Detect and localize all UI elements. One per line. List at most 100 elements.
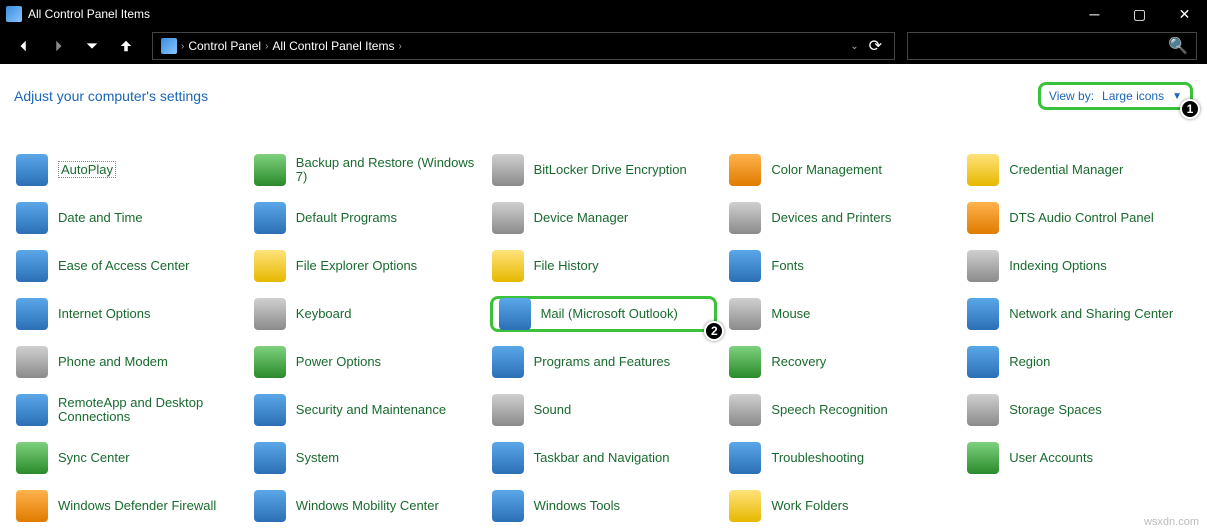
control-panel-item[interactable]: Date and Time bbox=[14, 200, 242, 236]
item-label: Credential Manager bbox=[1009, 163, 1123, 177]
item-label: Storage Spaces bbox=[1009, 403, 1102, 417]
watermark: wsxdn.com bbox=[1144, 516, 1199, 528]
title-bar: All Control Panel Items ─ ▢ ✕ bbox=[0, 0, 1207, 28]
control-panel-item[interactable]: Windows Tools bbox=[490, 488, 718, 524]
minimize-button[interactable]: ─ bbox=[1072, 0, 1117, 28]
control-panel-item[interactable]: Keyboard bbox=[252, 296, 480, 332]
control-panel-item[interactable]: File Explorer Options bbox=[252, 248, 480, 284]
forward-button[interactable] bbox=[44, 32, 72, 60]
control-panel-item[interactable]: Device Manager bbox=[490, 200, 718, 236]
item-label: Network and Sharing Center bbox=[1009, 307, 1173, 321]
item-label: File Explorer Options bbox=[296, 259, 417, 273]
control-panel-item[interactable]: RemoteApp and Desktop Connections bbox=[14, 392, 242, 428]
item-icon bbox=[254, 490, 286, 522]
control-panel-item[interactable]: Backup and Restore (Windows 7) bbox=[252, 152, 480, 188]
item-icon bbox=[16, 490, 48, 522]
item-icon bbox=[492, 250, 524, 282]
item-label: Programs and Features bbox=[534, 355, 671, 369]
view-by-value[interactable]: Large icons bbox=[1102, 89, 1164, 103]
item-label: Phone and Modem bbox=[58, 355, 168, 369]
control-panel-item[interactable]: Mail (Microsoft Outlook)2 bbox=[490, 296, 718, 332]
view-by-label: View by: bbox=[1049, 89, 1094, 103]
item-icon bbox=[967, 394, 999, 426]
close-button[interactable]: ✕ bbox=[1162, 0, 1207, 28]
item-label: Ease of Access Center bbox=[58, 259, 190, 273]
control-panel-item[interactable]: Phone and Modem bbox=[14, 344, 242, 380]
control-panel-item[interactable]: Work Folders bbox=[727, 488, 955, 524]
control-panel-item[interactable]: Region bbox=[965, 344, 1193, 380]
item-label: Date and Time bbox=[58, 211, 143, 225]
control-panel-item[interactable]: Speech Recognition bbox=[727, 392, 955, 428]
refresh-button[interactable]: ⟳ bbox=[869, 36, 882, 56]
item-label: Region bbox=[1009, 355, 1050, 369]
control-panel-item[interactable]: Windows Defender Firewall bbox=[14, 488, 242, 524]
control-panel-item[interactable]: Mouse bbox=[727, 296, 955, 332]
control-panel-item[interactable]: Default Programs bbox=[252, 200, 480, 236]
control-panel-item[interactable]: Programs and Features bbox=[490, 344, 718, 380]
control-panel-item[interactable]: Internet Options bbox=[14, 296, 242, 332]
back-button[interactable] bbox=[10, 32, 38, 60]
item-label: BitLocker Drive Encryption bbox=[534, 163, 687, 177]
up-button[interactable] bbox=[112, 32, 140, 60]
control-panel-item[interactable]: BitLocker Drive Encryption bbox=[490, 152, 718, 188]
control-panel-item[interactable]: AutoPlay bbox=[14, 152, 242, 188]
item-label: DTS Audio Control Panel bbox=[1009, 211, 1154, 225]
item-icon bbox=[492, 202, 524, 234]
chevron-down-icon[interactable]: ▼ bbox=[1172, 91, 1182, 102]
recent-dropdown-button[interactable] bbox=[78, 32, 106, 60]
control-panel-item[interactable]: Taskbar and Navigation bbox=[490, 440, 718, 476]
control-panel-item[interactable]: Credential Manager bbox=[965, 152, 1193, 188]
control-panel-item[interactable]: Storage Spaces bbox=[965, 392, 1193, 428]
item-icon bbox=[729, 298, 761, 330]
chevron-right-icon[interactable]: › bbox=[398, 41, 401, 52]
breadcrumb-dropdown-icon[interactable]: ⌄ bbox=[850, 41, 858, 52]
control-panel-item[interactable]: Troubleshooting bbox=[727, 440, 955, 476]
control-panel-item[interactable]: Recovery bbox=[727, 344, 955, 380]
item-icon bbox=[254, 202, 286, 234]
control-panel-item[interactable]: System bbox=[252, 440, 480, 476]
control-panel-item[interactable]: Security and Maintenance bbox=[252, 392, 480, 428]
item-label: Security and Maintenance bbox=[296, 403, 446, 417]
control-panel-item[interactable]: Windows Mobility Center bbox=[252, 488, 480, 524]
item-icon bbox=[16, 250, 48, 282]
control-panel-item[interactable]: Fonts bbox=[727, 248, 955, 284]
item-label: Keyboard bbox=[296, 307, 352, 321]
breadcrumb-bar[interactable]: › Control Panel › All Control Panel Item… bbox=[152, 32, 895, 60]
breadcrumb-item[interactable]: Control Panel bbox=[184, 39, 265, 53]
item-icon bbox=[967, 298, 999, 330]
content-area: Adjust your computer's settings View by:… bbox=[0, 64, 1207, 532]
item-icon bbox=[492, 442, 524, 474]
item-label: Taskbar and Navigation bbox=[534, 451, 670, 465]
item-icon bbox=[254, 394, 286, 426]
item-icon bbox=[16, 346, 48, 378]
nav-bar: › Control Panel › All Control Panel Item… bbox=[0, 28, 1207, 64]
search-bar[interactable]: 🔍 bbox=[907, 32, 1197, 60]
item-icon bbox=[492, 154, 524, 186]
control-panel-item[interactable]: Color Management bbox=[727, 152, 955, 188]
item-label: System bbox=[296, 451, 339, 465]
item-icon bbox=[967, 202, 999, 234]
control-panel-item[interactable]: Ease of Access Center bbox=[14, 248, 242, 284]
breadcrumb-item[interactable]: All Control Panel Items bbox=[268, 39, 398, 53]
control-panel-item[interactable]: Devices and Printers bbox=[727, 200, 955, 236]
search-icon[interactable]: 🔍 bbox=[1168, 36, 1188, 56]
annotation-badge-1: 1 bbox=[1180, 99, 1200, 119]
view-by-selector[interactable]: View by: Large icons ▼ 1 bbox=[1038, 82, 1193, 110]
control-panel-item[interactable]: File History bbox=[490, 248, 718, 284]
control-panel-item[interactable]: DTS Audio Control Panel bbox=[965, 200, 1193, 236]
control-panel-item[interactable]: Indexing Options bbox=[965, 248, 1193, 284]
heading-row: Adjust your computer's settings View by:… bbox=[14, 82, 1193, 120]
control-panel-item[interactable]: Power Options bbox=[252, 344, 480, 380]
control-panel-item[interactable]: Network and Sharing Center bbox=[965, 296, 1193, 332]
item-label: Mail (Microsoft Outlook) bbox=[541, 307, 678, 321]
item-label: Sync Center bbox=[58, 451, 130, 465]
item-icon bbox=[967, 154, 999, 186]
control-panel-item[interactable]: Sync Center bbox=[14, 440, 242, 476]
control-panel-item[interactable]: Sound bbox=[490, 392, 718, 428]
search-input[interactable] bbox=[916, 39, 1168, 53]
item-icon bbox=[16, 394, 48, 426]
control-panel-item[interactable]: User Accounts bbox=[965, 440, 1193, 476]
item-label: Internet Options bbox=[58, 307, 151, 321]
maximize-button[interactable]: ▢ bbox=[1117, 0, 1162, 28]
item-icon bbox=[254, 442, 286, 474]
